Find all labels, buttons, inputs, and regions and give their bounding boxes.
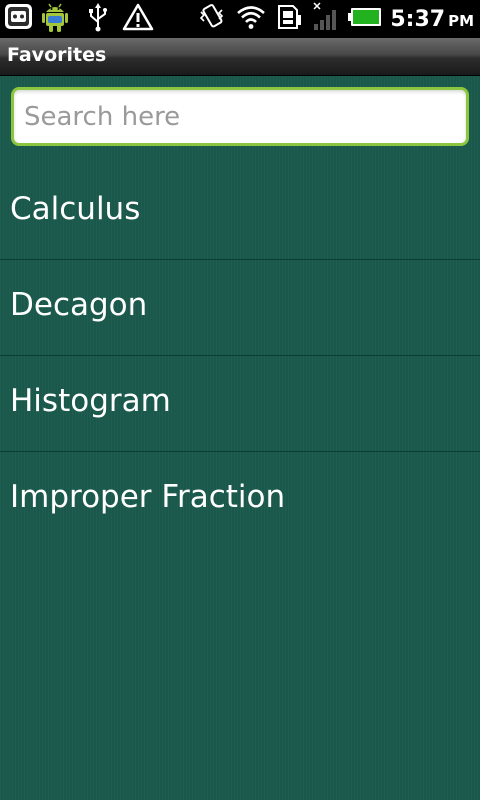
list-item[interactable]: Calculus xyxy=(0,164,480,260)
status-bar: 5:37 PM xyxy=(0,0,480,38)
title-bar: Favorites xyxy=(0,38,480,76)
clock-ampm: PM xyxy=(448,11,474,30)
list-item[interactable]: Improper Fraction xyxy=(0,452,480,548)
battery-icon xyxy=(348,6,382,32)
no-signal-icon xyxy=(312,2,338,36)
usb-icon xyxy=(86,2,110,36)
list-item[interactable]: Histogram xyxy=(0,356,480,452)
android-icon xyxy=(40,0,70,38)
list-item[interactable]: Decagon xyxy=(0,260,480,356)
list-item-label: Histogram xyxy=(10,383,171,419)
sim-card-icon xyxy=(276,3,302,35)
list-item-label: Decagon xyxy=(10,287,148,323)
system-icons: 5:37 PM xyxy=(198,2,474,36)
favorites-content: Calculus Decagon Histogram Improper Frac… xyxy=(0,76,480,800)
page-title: Favorites xyxy=(7,44,107,66)
clock: 5:37 PM xyxy=(390,7,474,32)
warning-icon xyxy=(122,2,154,36)
search-box[interactable] xyxy=(11,87,469,146)
search-input[interactable] xyxy=(14,90,466,143)
wifi-icon xyxy=(236,4,266,34)
favorites-list: Calculus Decagon Histogram Improper Frac… xyxy=(0,164,480,548)
vibrate-icon xyxy=(198,2,226,36)
notification-icons xyxy=(4,2,160,36)
list-item-label: Improper Fraction xyxy=(10,479,286,515)
bbm-icon xyxy=(4,2,34,36)
clock-time: 5:37 xyxy=(390,6,446,32)
list-item-label: Calculus xyxy=(10,191,141,227)
